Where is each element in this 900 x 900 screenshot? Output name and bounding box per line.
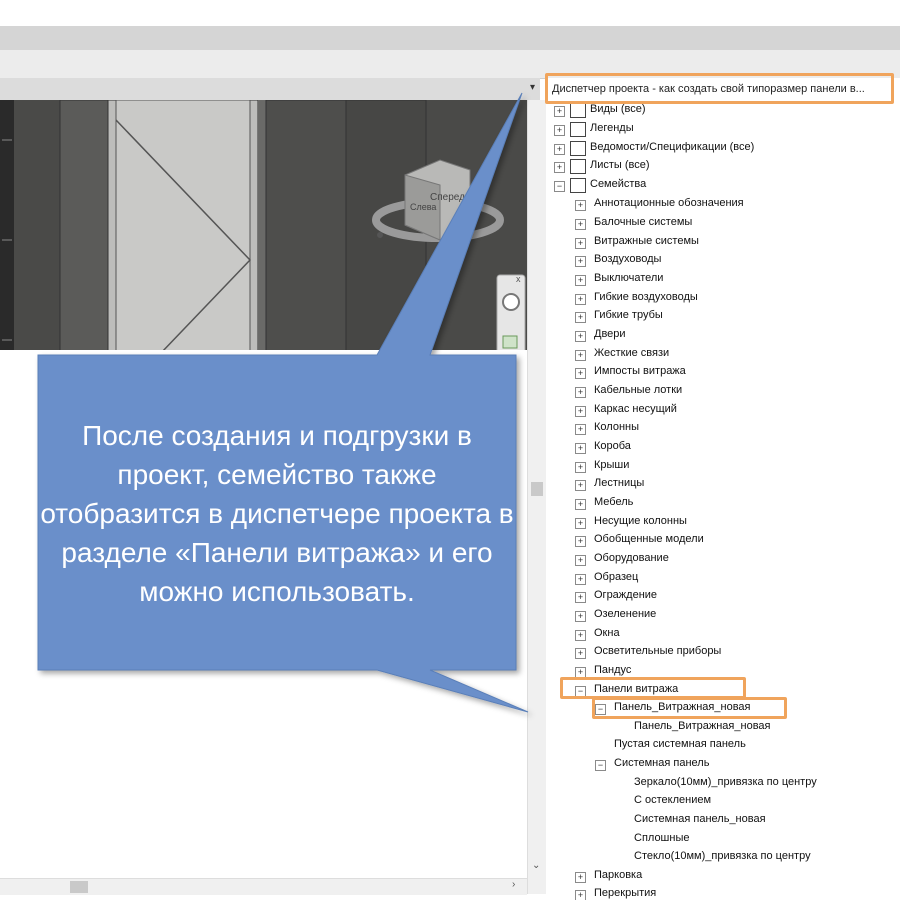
tree-item-category[interactable]: Лестницы [594,474,644,492]
tree-item-category[interactable]: Гибкие воздуховоды [594,288,698,306]
expand-icon[interactable]: + [575,480,586,491]
tree-item-system-panel-type[interactable]: С остеклением [634,791,711,809]
panel-family-highlight-box [592,697,787,719]
expand-icon[interactable]: + [575,219,586,230]
title-highlight-box [545,73,894,104]
expand-icon[interactable]: + [575,518,586,529]
tree-item-system-panel-type[interactable]: Сплошные [634,829,689,847]
tree-item-category[interactable]: Каркас несущий [594,400,677,418]
tree-item-category[interactable]: Импосты витража [594,362,686,380]
expand-icon[interactable]: + [575,536,586,547]
expand-icon[interactable]: + [554,125,565,136]
views-icon [570,103,586,118]
schedules-icon [570,141,586,156]
expand-icon[interactable]: + [575,368,586,379]
tree-item-category[interactable]: Крыши [594,456,629,474]
tree-item-category[interactable]: Витражные системы [594,232,699,250]
expand-icon[interactable]: + [575,630,586,641]
families-icon [570,178,586,193]
tree-item-category[interactable]: Колонны [594,418,639,436]
tree-item-category[interactable]: Короба [594,437,631,455]
tree-item-category[interactable]: Балочные системы [594,213,692,231]
collapse-icon[interactable]: − [554,181,565,192]
expand-icon[interactable]: + [575,406,586,417]
expand-icon[interactable]: + [575,499,586,510]
tree-item-category[interactable]: Воздуховоды [594,250,661,268]
tree-item-system-panel-type[interactable]: Зеркало(10мм)_привязка по центру [634,773,817,791]
expand-icon[interactable]: + [575,275,586,286]
expand-icon[interactable]: + [575,294,586,305]
tree-item-panel-type[interactable]: Панель_Витражная_новая [634,717,771,735]
expand-icon[interactable]: + [575,592,586,603]
tree-item-empty-panel[interactable]: Пустая системная панель [614,735,746,753]
expand-icon[interactable]: + [575,555,586,566]
tree-item-category[interactable]: Жесткие связи [594,344,669,362]
expand-icon[interactable]: + [575,312,586,323]
expand-icon[interactable]: + [575,200,586,211]
expand-icon[interactable]: + [575,350,586,361]
tree-item-category[interactable]: Окна [594,624,620,642]
expand-icon[interactable]: + [575,331,586,342]
legends-icon [570,122,586,137]
expand-icon[interactable]: + [575,424,586,435]
tree-item-category[interactable]: Ограждение [594,586,657,604]
tree-item-category[interactable]: Осветительные приборы [594,642,721,660]
callout-text: После создания и подгрузки в проект, сем… [40,419,514,607]
expand-icon[interactable]: + [575,238,586,249]
tree-item-schedules[interactable]: Ведомости/Спецификации (все) [590,138,754,156]
tree-item-category[interactable]: Образец [594,568,638,586]
expand-icon[interactable]: + [575,611,586,622]
expand-icon[interactable]: + [575,574,586,585]
tree-item-category[interactable]: Оборудование [594,549,669,567]
tree-item-category[interactable]: Выключатели [594,269,663,287]
tree-item-sheets[interactable]: Листы (все) [590,156,650,174]
expand-icon[interactable]: + [575,890,586,900]
tree-item-floors[interactable]: Перекрытия [594,884,656,900]
tree-item-category[interactable]: Озеленение [594,605,656,623]
expand-icon[interactable]: + [554,106,565,117]
expand-icon[interactable]: + [575,387,586,398]
tree-item-category[interactable]: Гибкие трубы [594,306,663,324]
tree-item-category[interactable]: Аннотационные обозначения [594,194,744,212]
project-browser: Диспетчер проекта - как создать свой тип… [546,78,900,900]
curtain-panels-highlight-box [560,677,746,699]
tree-item-legends[interactable]: Легенды [590,119,634,137]
tree-item-system-panel-type[interactable]: Стекло(10мм)_привязка по центру [634,847,811,865]
tree-item-category[interactable]: Несущие колонны [594,512,687,530]
tree-item-parking[interactable]: Парковка [594,866,642,884]
expand-icon[interactable]: + [554,144,565,155]
tree-item-category[interactable]: Мебель [594,493,633,511]
sheets-icon [570,159,586,174]
expand-icon[interactable]: + [575,462,586,473]
expand-icon[interactable]: + [575,872,586,883]
expand-icon[interactable]: + [575,443,586,454]
tree-item-system-panel[interactable]: Системная панель [614,754,709,772]
expand-icon[interactable]: + [575,648,586,659]
tree-item-category[interactable]: Кабельные лотки [594,381,682,399]
expand-icon[interactable]: + [554,162,565,173]
tree-item-category[interactable]: Обобщенные модели [594,530,704,548]
tree-item-system-panel-type[interactable]: Системная панель_новая [634,810,766,828]
tree-item-category[interactable]: Двери [594,325,626,343]
expand-icon[interactable]: + [575,256,586,267]
collapse-icon[interactable]: − [595,760,606,771]
tree-item-families[interactable]: Семейства [590,175,646,193]
